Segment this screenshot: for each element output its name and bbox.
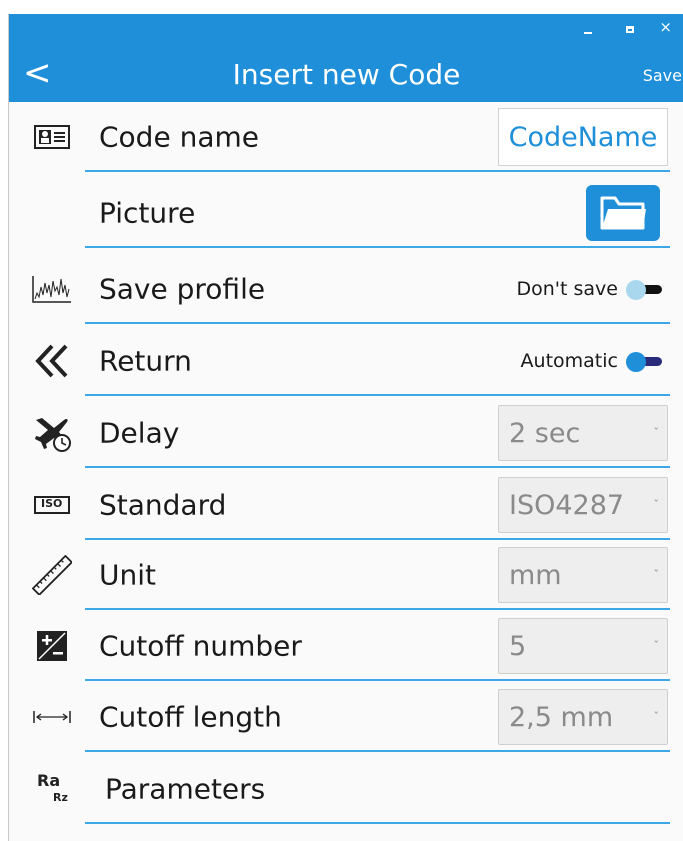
divider	[85, 750, 670, 752]
iso-icon-text: ISO	[41, 497, 63, 510]
cutoff-number-select[interactable]: 5 ˇ	[498, 618, 668, 674]
row-code-name: Code name CodeName	[9, 102, 683, 172]
delay-select[interactable]: 2 sec ˇ	[498, 405, 668, 461]
row-parameters[interactable]: Ra Rz Parameters	[9, 754, 683, 824]
row-label: Parameters	[105, 772, 266, 806]
select-value: 2,5 mm	[509, 701, 614, 733]
maximize-icon[interactable]	[626, 26, 634, 33]
minimize-icon[interactable]	[584, 32, 592, 34]
save-profile-toggle[interactable]: Don't save	[516, 278, 662, 300]
row-label: Picture	[99, 196, 196, 230]
row-label: Unit	[99, 558, 156, 592]
code-name-input[interactable]: CodeName	[498, 108, 668, 166]
toggle-text: Don't save	[516, 278, 619, 300]
row-delay: Delay 2 sec ˇ	[9, 398, 683, 468]
cutoff-length-select[interactable]: 2,5 mm ˇ	[498, 689, 668, 745]
double-chevron-left-icon	[27, 341, 77, 381]
row-unit: Unit mm ˇ	[9, 540, 683, 610]
toggle-text: Automatic	[520, 350, 618, 372]
divider	[85, 822, 670, 824]
row-standard: ISO Standard ISO4287 ˇ	[9, 470, 683, 540]
row-label: Save profile	[99, 272, 266, 306]
page-title: Insert new Code	[232, 58, 461, 91]
row-picture: Picture	[9, 178, 683, 248]
chevron-down-icon: ˇ	[653, 568, 660, 581]
toggle-switch[interactable]	[626, 352, 662, 372]
iso-icon: ISO	[27, 485, 77, 525]
toggle-switch[interactable]	[626, 280, 662, 300]
row-cutoff-length: Cutoff length 2,5 mm ˇ	[9, 682, 683, 752]
plus-minus-icon	[27, 626, 77, 666]
select-value: 2 sec	[509, 417, 581, 449]
divider	[85, 322, 670, 324]
divider	[85, 679, 670, 681]
row-label: Standard	[99, 488, 227, 522]
divider	[85, 246, 670, 248]
arrow-width-icon	[27, 697, 77, 737]
ra-rz-icon: Ra Rz	[27, 769, 77, 809]
select-value: ISO4287	[509, 489, 625, 521]
divider	[85, 394, 670, 396]
id-card-icon	[27, 117, 77, 157]
standard-select[interactable]: ISO4287 ˇ	[498, 477, 668, 533]
ra-text: Ra	[37, 771, 61, 790]
close-icon[interactable]: ×	[659, 18, 672, 36]
folder-icon	[600, 196, 646, 230]
row-label: Cutoff length	[99, 700, 282, 734]
row-return: Return Automatic	[9, 326, 683, 396]
title-bar: × < Insert new Code Save	[9, 14, 683, 102]
row-save-profile: Save profile Don't save	[9, 254, 683, 324]
chevron-down-icon: ˇ	[653, 710, 660, 723]
save-button[interactable]: Save	[643, 66, 682, 85]
row-label: Delay	[99, 416, 180, 450]
rz-text: Rz	[53, 791, 68, 804]
ruler-icon	[27, 555, 77, 595]
divider	[85, 170, 670, 172]
row-label: Return	[99, 344, 192, 378]
row-label: Cutoff number	[99, 629, 302, 663]
return-toggle[interactable]: Automatic	[521, 350, 662, 372]
select-value: mm	[509, 559, 562, 591]
row-cutoff-number: Cutoff number 5 ˇ	[9, 611, 683, 681]
select-value: 5	[509, 630, 527, 662]
divider	[85, 466, 670, 468]
folder-button[interactable]	[586, 185, 660, 241]
divider	[85, 608, 670, 610]
chevron-down-icon: ˇ	[653, 639, 660, 652]
chevron-down-icon: ˇ	[653, 426, 660, 439]
unit-select[interactable]: mm ˇ	[498, 547, 668, 603]
row-label: Code name	[99, 120, 259, 154]
plane-clock-icon	[27, 413, 77, 453]
chevron-down-icon: ˇ	[653, 498, 660, 511]
app-window: × < Insert new Code Save Code name CodeN…	[8, 14, 683, 841]
profile-graph-icon	[27, 269, 77, 309]
